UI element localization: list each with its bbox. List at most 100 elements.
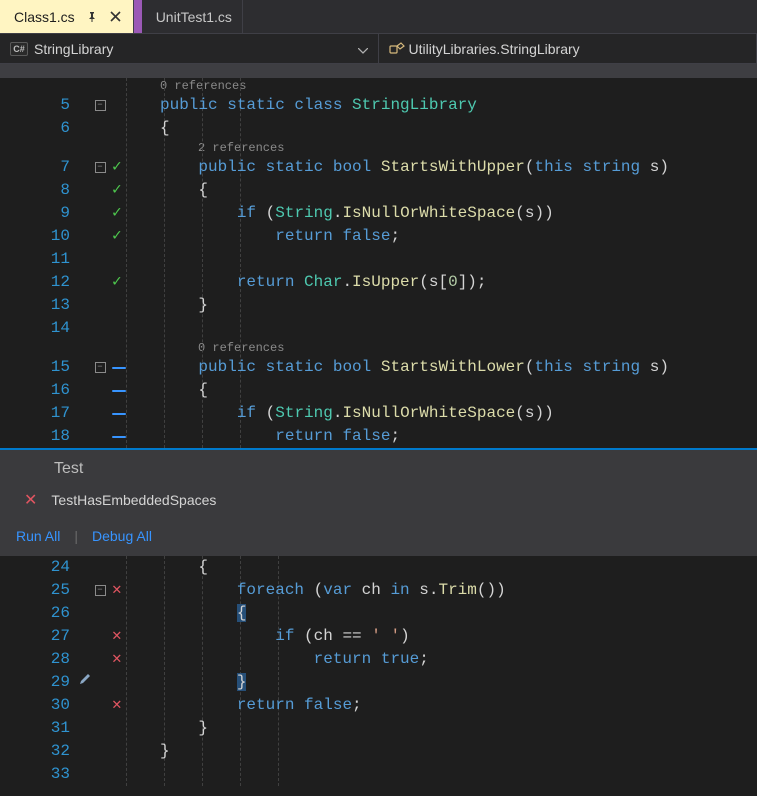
status-gutter: ✕ [112,579,160,602]
code-content: return false; [160,694,362,717]
code-line[interactable]: 8 ✓ { [0,179,757,202]
pass-icon: ✓ [112,156,122,179]
line-number: 11 [0,248,88,271]
status-gutter [112,413,160,415]
tab-class1[interactable]: Class1.cs [0,0,134,33]
divider: | [74,528,78,544]
code-line[interactable]: 7−✓ public static bool StartsWithUpper(t… [0,156,757,179]
fold-toggle[interactable]: − [95,162,106,173]
line-number: 17 [0,402,88,425]
code-content: return false; [160,225,400,248]
code-line[interactable]: 6{ [0,117,757,140]
code-line[interactable]: 9✓ if (String.IsNullOrWhiteSpace(s)) [0,202,757,225]
code-line[interactable]: 29 } [0,671,757,694]
nav-namespace[interactable]: C# StringLibrary [0,34,379,63]
pass-icon: ✓ [112,271,122,294]
line-number: 27 [0,625,88,648]
code-line[interactable]: 11 [0,248,757,271]
change-bar-icon [112,367,126,369]
code-line[interactable]: 5−public static class StringLibrary [0,94,757,117]
line-number: 7 [0,156,88,179]
popup-test-name: TestHasEmbeddedSpaces [51,492,216,508]
code-line[interactable]: 16 { [0,379,757,402]
code-content: { [160,602,246,625]
fail-icon: ✕ [112,579,122,602]
code-line[interactable]: 26 { [0,602,757,625]
code-line[interactable]: 33 [0,763,757,786]
line-number: 33 [0,763,88,786]
change-bar-icon [112,413,126,415]
code-line[interactable]: 27✕ if (ch == ' ') [0,625,757,648]
code-content: public static bool StartsWithUpper(this … [160,156,669,179]
line-number: 15 [0,356,88,379]
pin-icon[interactable] [85,10,99,24]
code-line[interactable]: 12✓ return Char.IsUpper(s[0]); [0,271,757,294]
pass-icon: ✓ [112,202,122,225]
codelens-references[interactable]: 2 references [0,140,757,156]
code-line[interactable]: 24 { [0,556,757,579]
code-editor-bottom[interactable]: 24 {25−✕ foreach (var ch in s.Trim())26 … [0,556,757,786]
nav-left-label: StringLibrary [34,41,113,57]
code-line[interactable]: 32} [0,740,757,763]
status-gutter [112,367,160,369]
codelens-references[interactable]: 0 references [0,78,757,94]
code-editor[interactable]: 0 references5−public static class String… [0,78,757,448]
fold-toggle[interactable]: − [95,585,106,596]
fail-icon: ✕ [112,694,122,717]
debug-all-link[interactable]: Debug All [92,528,152,544]
line-number: 18 [0,425,88,448]
popup-test-row[interactable]: ✕ TestHasEmbeddedSpaces [0,486,757,520]
status-gutter: ✓ [112,225,160,248]
tab-unittest1[interactable]: UnitTest1.cs [142,0,243,33]
line-number: 29 [0,671,88,694]
line-number: 6 [0,117,88,140]
code-line[interactable]: 15− public static bool StartsWithLower(t… [0,356,757,379]
line-number: 8 [0,179,88,202]
nav-right-label: UtilityLibraries.StringLibrary [409,41,580,57]
run-all-link[interactable]: Run All [16,528,60,544]
edit-indicator-icon [78,671,92,694]
code-content: { [160,117,170,140]
code-line[interactable]: 18 return false; [0,425,757,448]
code-line[interactable]: 10✓ return false; [0,225,757,248]
change-bar-icon [112,436,126,438]
current-line-highlight [160,671,757,694]
line-number: 31 [0,717,88,740]
status-gutter: ✕ [112,648,160,671]
fold-toggle[interactable]: − [95,362,106,373]
code-content: public static class StringLibrary [160,94,477,117]
line-number: 16 [0,379,88,402]
fail-icon: ✕ [24,490,37,510]
tab-label: Class1.cs [14,9,75,25]
popup-heading: Test [0,450,757,486]
fold-gutter: − [88,585,112,596]
nav-bar: C# StringLibrary UtilityLibraries.String… [0,34,757,64]
line-number: 32 [0,740,88,763]
code-content: } [160,717,208,740]
code-line[interactable]: 13 } [0,294,757,317]
code-line[interactable]: 25−✕ foreach (var ch in s.Trim()) [0,579,757,602]
line-number: 24 [0,556,88,579]
code-content: public static bool StartsWithLower(this … [160,356,669,379]
code-line[interactable]: 14 [0,317,757,340]
code-line[interactable]: 30 ✕ return false; [0,694,757,717]
code-line[interactable]: 17 if (String.IsNullOrWhiteSpace(s)) [0,402,757,425]
code-content: if (String.IsNullOrWhiteSpace(s)) [160,202,554,225]
code-content: { [160,179,208,202]
fold-toggle[interactable]: − [95,100,106,111]
status-gutter: ✕ [112,694,160,717]
tab-bar: Class1.cs UnitTest1.cs [0,0,757,34]
code-content: foreach (var ch in s.Trim()) [160,579,506,602]
code-content: } [160,294,208,317]
codelens-references[interactable]: 0 references [0,340,757,356]
nav-class[interactable]: UtilityLibraries.StringLibrary [379,34,757,63]
code-content: return false; [160,425,400,448]
line-number: 30 [0,694,88,717]
fold-gutter: − [88,100,112,111]
code-line[interactable]: 31 } [0,717,757,740]
close-icon[interactable] [109,10,123,24]
code-line[interactable]: 28✕ return true; [0,648,757,671]
status-gutter: ✓ [112,179,160,202]
tab-accent [134,0,142,33]
line-number: 25 [0,579,88,602]
